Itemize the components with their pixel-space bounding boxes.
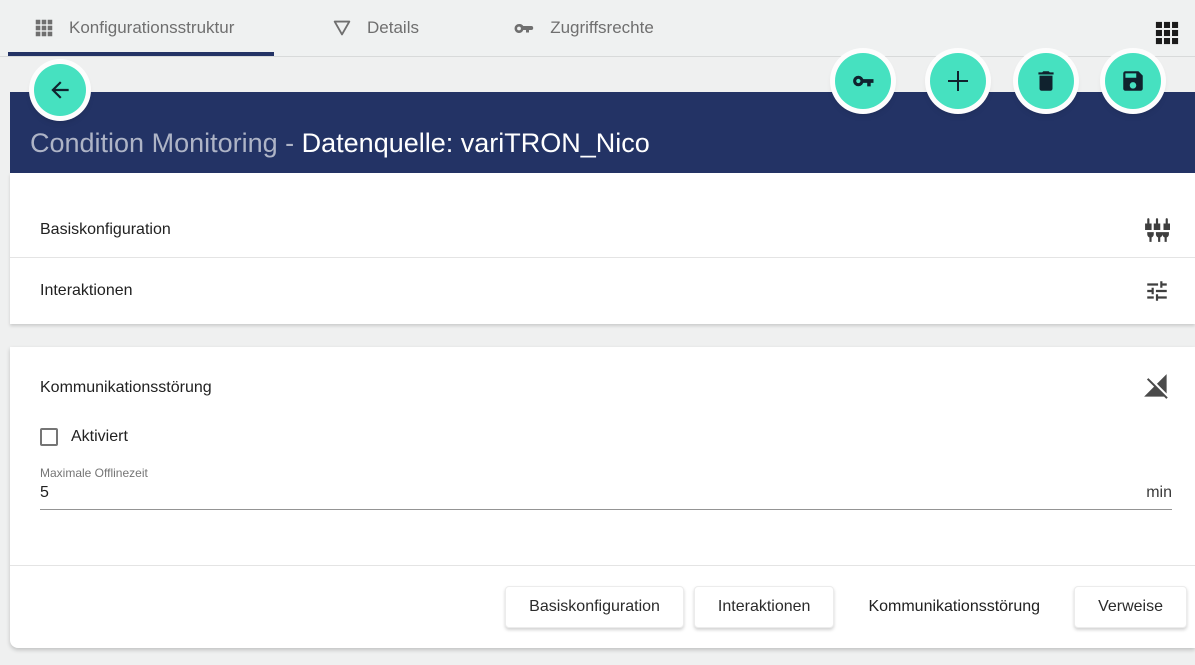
delete-button[interactable] <box>1018 53 1074 109</box>
arrow-left-icon <box>47 77 73 103</box>
panel-header: Kommunikationsstörung <box>10 347 1195 400</box>
funnel-icon <box>331 17 353 39</box>
page-header: Condition Monitoring - Datenquelle: vari… <box>10 92 1195 173</box>
section-row-interaktionen[interactable]: Interaktionen <box>10 258 1195 324</box>
tab-konfigurationsstruktur[interactable]: Konfigurationsstruktur <box>0 0 282 56</box>
section-label: Basiskonfiguration <box>40 221 171 239</box>
tab-details[interactable]: Details <box>282 0 468 56</box>
footer-button-verweise[interactable]: Verweise <box>1074 586 1187 628</box>
tune-icon <box>1144 278 1170 304</box>
tab-label: Details <box>367 18 419 38</box>
section-list: Basiskonfiguration Interaktionen <box>10 173 1195 324</box>
panel-footer-nav: Basiskonfiguration Interaktionen Kommuni… <box>10 566 1195 648</box>
tab-label: Zugriffsrechte <box>550 18 654 38</box>
add-button[interactable] <box>930 53 986 109</box>
page-title: Condition Monitoring - Datenquelle: vari… <box>30 128 650 159</box>
save-button[interactable] <box>1105 53 1161 109</box>
section-label: Interaktionen <box>40 282 133 300</box>
page-title-context: Condition Monitoring - <box>30 128 302 158</box>
tab-zugriffsrechte[interactable]: Zugriffsrechte <box>468 0 698 56</box>
max-offline-time-input[interactable] <box>40 484 1146 502</box>
field-label: Maximale Offlinezeit <box>40 466 1165 480</box>
kommunikationsstoerung-panel: Kommunikationsstörung Aktiviert Maximale… <box>10 347 1195 648</box>
page-title-main: Datenquelle: variTRON_Nico <box>302 128 650 158</box>
aktiviert-checkbox-row[interactable]: Aktiviert <box>40 428 1195 446</box>
signal-off-icon <box>1143 373 1170 400</box>
max-offline-time-field: Maximale Offlinezeit min <box>40 466 1165 510</box>
field-unit-suffix: min <box>1146 484 1172 502</box>
checkbox-label: Aktiviert <box>71 428 128 446</box>
apps-grid-button[interactable] <box>1151 17 1183 49</box>
back-button[interactable] <box>34 64 86 116</box>
aktiviert-checkbox[interactable] <box>40 428 58 446</box>
plus-icon <box>943 66 973 96</box>
footer-button-interaktionen[interactable]: Interaktionen <box>694 586 835 628</box>
tab-label: Konfigurationsstruktur <box>69 18 234 38</box>
access-rights-button[interactable] <box>835 53 891 109</box>
floppy-icon <box>1120 68 1146 94</box>
grid-icon <box>33 17 55 39</box>
footer-button-basiskonfiguration[interactable]: Basiskonfiguration <box>505 586 684 628</box>
apps-grid-icon <box>1153 19 1181 47</box>
trash-icon <box>1033 68 1059 94</box>
app-window: Konfigurationsstruktur Details Zugriffsr… <box>0 0 1195 665</box>
key-icon <box>512 16 536 40</box>
panel-title: Kommunikationsstörung <box>40 373 212 397</box>
input-composite-icon <box>1144 217 1170 243</box>
section-row-basiskonfiguration[interactable]: Basiskonfiguration <box>10 173 1195 257</box>
active-tab-underline <box>8 52 274 56</box>
field-underline: min <box>40 484 1172 510</box>
footer-current-section-label: Kommunikationsstörung <box>844 598 1064 616</box>
top-tab-bar: Konfigurationsstruktur Details Zugriffsr… <box>0 0 1195 57</box>
key-icon <box>849 67 877 95</box>
